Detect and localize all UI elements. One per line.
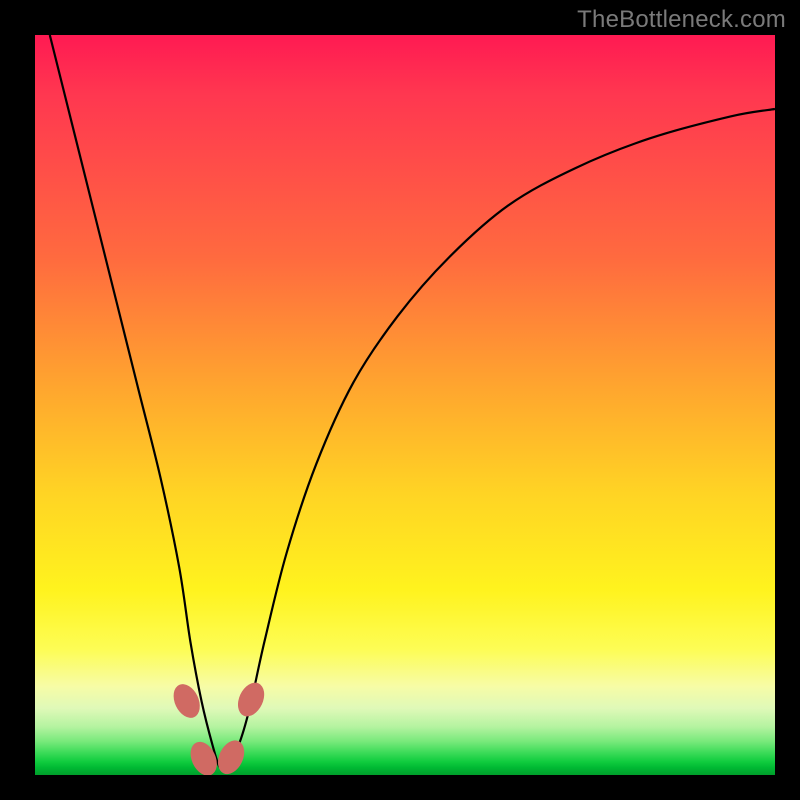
chart-svg [35,35,775,775]
curve-markers [168,678,269,775]
chart-frame: TheBottleneck.com [0,0,800,800]
curve-marker [233,678,269,720]
bottleneck-curve [50,35,775,769]
watermark-text: TheBottleneck.com [577,6,786,34]
plot-area [35,35,775,775]
curve-marker [213,736,249,775]
